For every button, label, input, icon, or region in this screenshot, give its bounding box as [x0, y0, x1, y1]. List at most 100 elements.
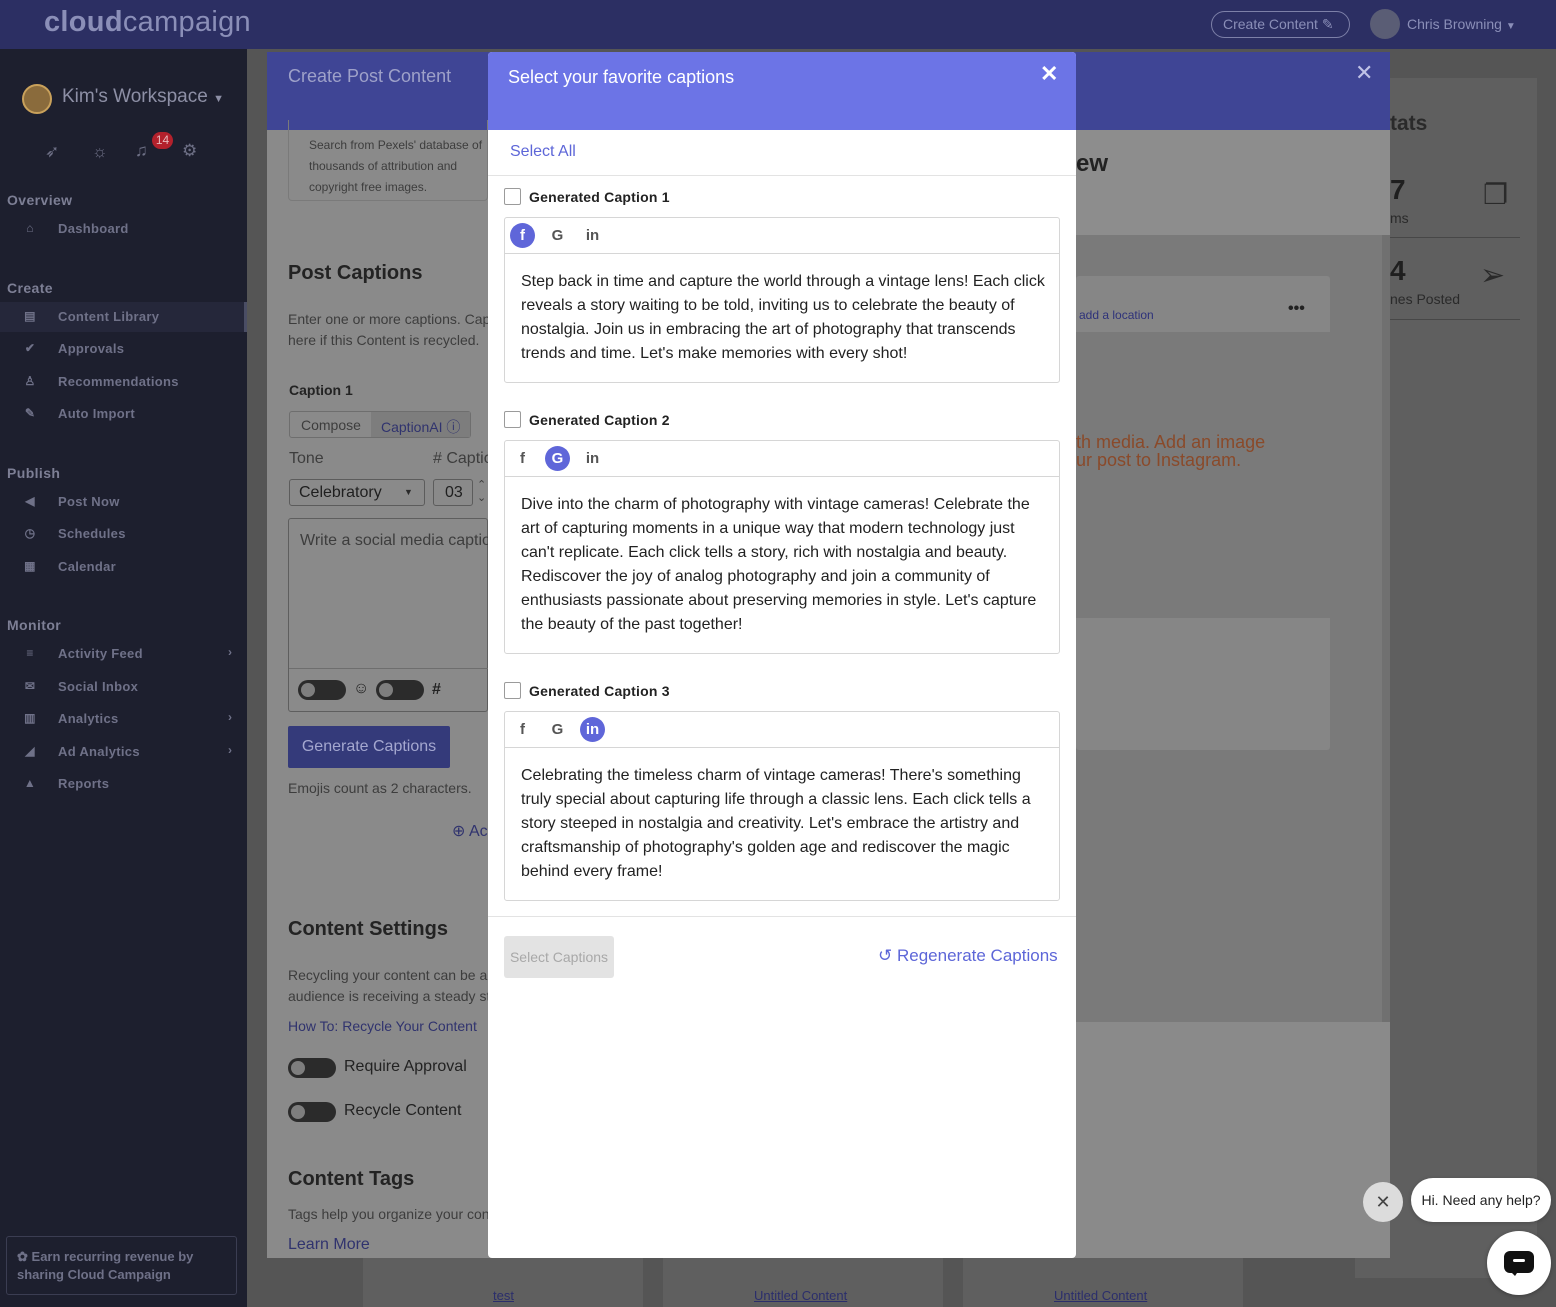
- sidebar-item-post-now[interactable]: ◀ Post Now: [0, 487, 247, 517]
- caption-prompt-placeholder: Write a social media captio: [300, 532, 491, 549]
- chat-launcher-button[interactable]: [1487, 1231, 1551, 1295]
- num-captions-value: 03: [445, 484, 463, 501]
- close-icon[interactable]: ✕: [1355, 60, 1373, 86]
- emoji-toggle[interactable]: [376, 680, 424, 700]
- tab-compose[interactable]: Compose: [301, 417, 361, 433]
- user-avatar[interactable]: [1370, 9, 1400, 39]
- recycle-how-to-link[interactable]: How To: Recycle Your Content: [288, 1018, 477, 1034]
- caption-text: Step back in time and capture the world …: [521, 273, 1045, 362]
- modal-title: Select your favorite captions: [508, 67, 735, 87]
- library-item-link[interactable]: Untitled Content: [754, 1288, 847, 1303]
- sidebar-item-ad-analytics[interactable]: ◢ Ad Analytics ›: [0, 737, 247, 767]
- sidebar-item-approvals[interactable]: ✔ Approvals: [0, 334, 247, 364]
- notification-badge: 14: [152, 132, 173, 149]
- divider: [488, 916, 1076, 917]
- emoji-icon: ☺: [353, 680, 370, 697]
- close-icon[interactable]: ✕: [1040, 61, 1058, 87]
- referral-banner[interactable]: ✿ Earn recurring revenue by sharing Clou…: [6, 1236, 237, 1295]
- sidebar-item-reports[interactable]: ▲ Reports: [0, 769, 247, 799]
- info-icon: ⓘ: [446, 419, 461, 435]
- facebook-icon[interactable]: f: [510, 223, 535, 248]
- preview-title: ew: [1076, 150, 1109, 177]
- divider: [289, 668, 488, 669]
- chat-prompt[interactable]: Hi. Need any help?: [1411, 1178, 1551, 1222]
- chat-close-icon[interactable]: ✕: [1363, 1182, 1403, 1222]
- sidebar-item-auto-import[interactable]: ✎ Auto Import: [0, 399, 247, 429]
- rocket-icon[interactable]: ➶: [45, 142, 59, 162]
- add-location-link[interactable]: add a location: [1079, 308, 1154, 322]
- sidebar-item-label: Activity Feed: [58, 646, 143, 661]
- facebook-icon[interactable]: f: [510, 717, 535, 742]
- create-content-button[interactable]: Create Content ✎: [1211, 11, 1350, 38]
- add-caption-link[interactable]: ⊕ Ac: [452, 821, 488, 841]
- recycle-content-toggle[interactable]: [288, 1102, 336, 1122]
- stats-title: tats: [1390, 112, 1428, 135]
- workspace-switcher[interactable]: Kim's Workspace ▼: [62, 86, 224, 108]
- linkedin-icon[interactable]: in: [580, 223, 605, 248]
- linkedin-icon[interactable]: in: [580, 717, 605, 742]
- gift-icon: ✿: [17, 1249, 28, 1264]
- caption-text: Dive into the charm of photography with …: [521, 496, 1037, 633]
- create-post-title: Create Post Content: [288, 66, 452, 86]
- sidebar-item-calendar[interactable]: ▦ Calendar: [0, 552, 247, 582]
- sidebar-item-schedules[interactable]: ◷ Schedules: [0, 519, 247, 549]
- stat-label: nes Posted: [1390, 291, 1461, 307]
- regenerate-captions-button[interactable]: ↺ Regenerate Captions: [878, 946, 1058, 966]
- generate-captions-button[interactable]: Generate Captions: [288, 726, 450, 768]
- caption-checkbox[interactable]: [504, 682, 521, 699]
- user-menu[interactable]: Chris Browning ▼: [1407, 16, 1516, 32]
- linkedin-icon[interactable]: in: [580, 446, 605, 471]
- plus-circle-icon: ⊕: [452, 823, 466, 840]
- caption-label: Caption 1: [289, 382, 353, 398]
- stepper-arrows-icon[interactable]: ⌃ ⌄: [477, 479, 486, 505]
- facebook-icon[interactable]: f: [510, 446, 535, 471]
- scrollbar[interactable]: [1382, 235, 1390, 1022]
- google-icon[interactable]: G: [545, 223, 570, 248]
- nav-section-title: Monitor: [7, 617, 62, 633]
- google-icon[interactable]: G: [545, 717, 570, 742]
- magic-wand-icon: ✎: [24, 406, 36, 420]
- sidebar-item-activity-feed[interactable]: ≡ Activity Feed ›: [0, 639, 247, 669]
- lightbulb-icon[interactable]: ☼: [92, 142, 108, 162]
- sidebar-item-label: Reports: [58, 776, 110, 791]
- google-icon[interactable]: G: [545, 446, 570, 471]
- list-icon: ≡: [26, 646, 34, 660]
- bell-icon[interactable]: ♫: [135, 141, 148, 161]
- caption-card: f Gin Dive into the charm of photography w…: [504, 440, 1060, 654]
- chevron-right-icon: ›: [228, 710, 233, 724]
- hashtag-toggle[interactable]: [298, 680, 346, 700]
- logo[interactable]: cloudcampaign: [44, 6, 251, 39]
- select-all-link[interactable]: Select All: [510, 143, 576, 161]
- library-item-link[interactable]: Untitled Content: [1054, 1288, 1147, 1303]
- caption-card: f Gin Celebrating the timeless charm of vi…: [504, 711, 1060, 901]
- file-icon: ▤: [24, 308, 36, 323]
- caret-down-icon: ▼: [1505, 21, 1516, 32]
- preview-header: [1076, 130, 1390, 235]
- divider: [488, 175, 1076, 176]
- tone-value: Celebratory: [299, 484, 382, 501]
- sidebar-item-dashboard[interactable]: ⌂ Dashboard: [0, 214, 247, 244]
- captions-description: Enter one or more captions. Cap here if t…: [288, 311, 491, 348]
- calendar-icon: ▦: [24, 558, 36, 573]
- nav-section-title: Publish: [7, 464, 61, 481]
- more-options-icon[interactable]: •••: [1288, 300, 1305, 318]
- modal-header: [488, 52, 1076, 130]
- caption-checkbox[interactable]: [504, 188, 521, 205]
- gear-icon[interactable]: ⚙: [182, 141, 197, 161]
- workspace-avatar[interactable]: [22, 84, 52, 114]
- area-chart-icon: ▲: [23, 776, 37, 790]
- select-captions-button[interactable]: Select Captions: [504, 936, 614, 978]
- sidebar-item-analytics[interactable]: ▥ Analytics ›: [0, 704, 247, 734]
- sidebar-item-content-library[interactable]: ▤ Content Library: [0, 301, 247, 332]
- sidebar-item-social-inbox[interactable]: ✉ Social Inbox: [0, 672, 247, 702]
- caption-checkbox[interactable]: [504, 411, 521, 428]
- require-approval-toggle[interactable]: [288, 1058, 336, 1078]
- library-item-link[interactable]: test: [493, 1288, 514, 1303]
- envelope-icon: ✉: [24, 678, 36, 693]
- recycle-description: Recycling your content can be a audience …: [288, 967, 491, 1004]
- line-chart-icon: ◢: [25, 743, 35, 758]
- sidebar-item-recommendations[interactable]: ♙ Recommendations: [0, 367, 247, 397]
- divider: [1390, 319, 1520, 320]
- stat-value: 4: [1390, 255, 1406, 286]
- learn-more-link[interactable]: Learn More: [288, 1236, 370, 1254]
